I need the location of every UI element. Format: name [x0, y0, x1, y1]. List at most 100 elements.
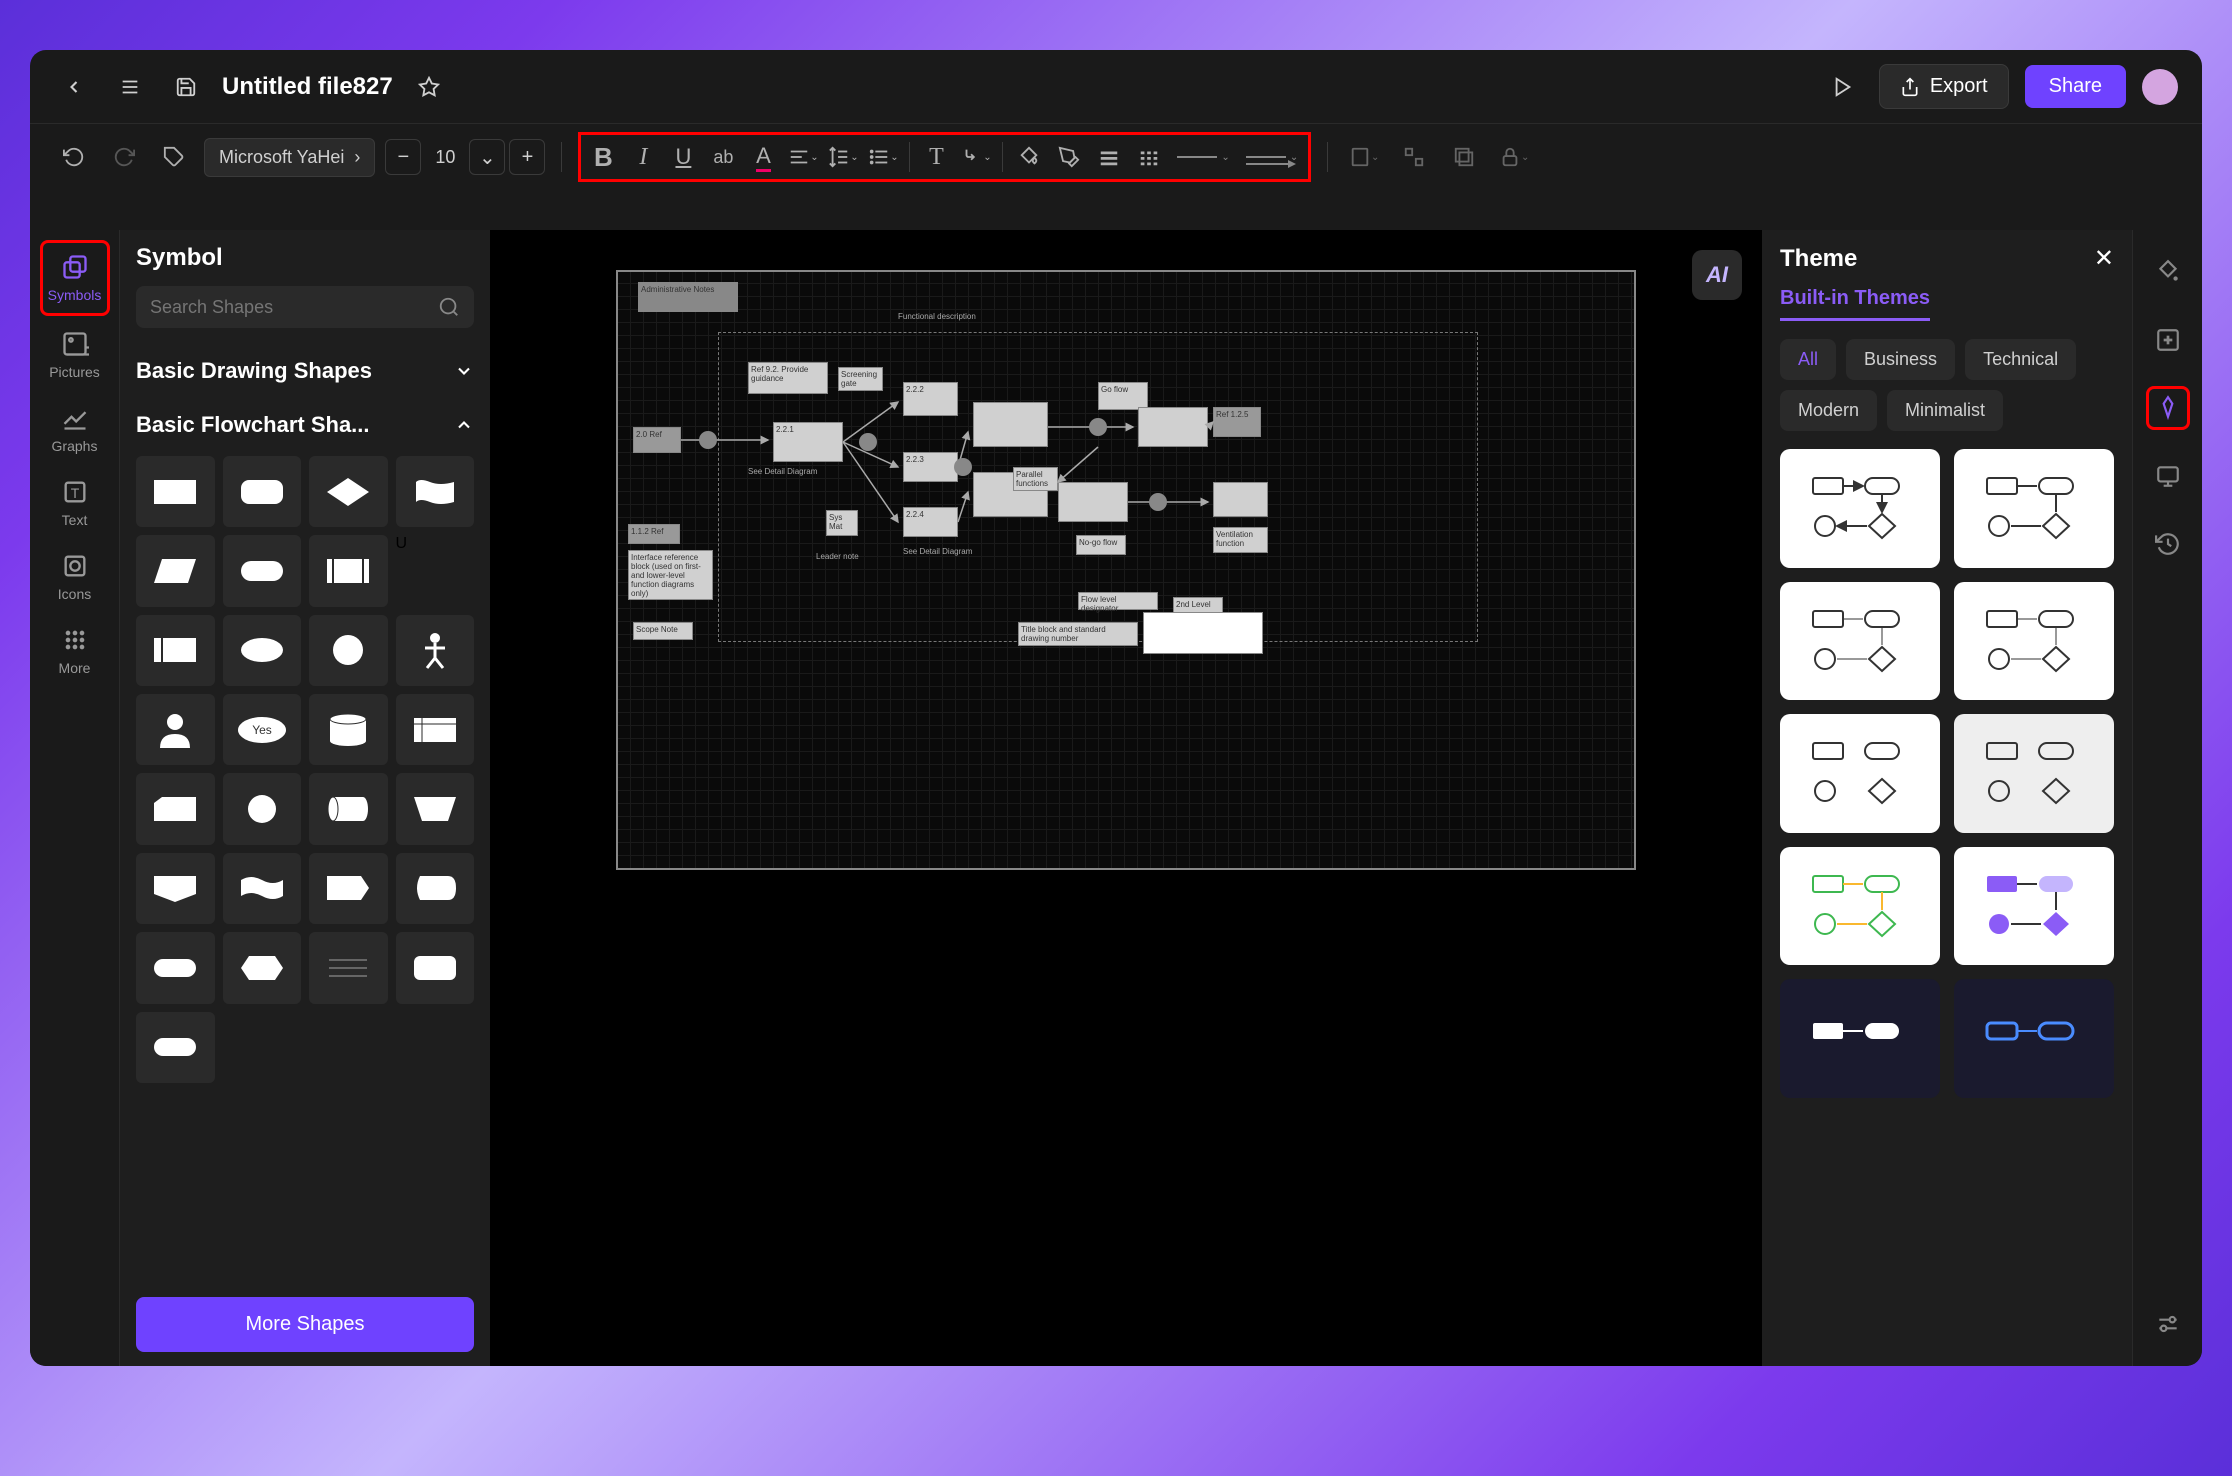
menu-button[interactable]	[110, 67, 150, 107]
shape-diamond[interactable]	[309, 456, 388, 527]
flow-nogo[interactable]: No-go flow	[1076, 535, 1126, 555]
filter-technical[interactable]: Technical	[1965, 339, 2076, 380]
font-size-dropdown[interactable]: ⌄	[469, 139, 505, 175]
category-basic-flowchart[interactable]: Basic Flowchart Sha...	[136, 398, 474, 452]
canvas-frame[interactable]: Administrative Notes Functional descript…	[616, 270, 1636, 870]
shape-predefined[interactable]	[309, 535, 388, 606]
shape-stadium[interactable]	[223, 535, 302, 606]
flow-screening[interactable]: Screening gate	[838, 367, 883, 391]
arrange-button[interactable]	[1394, 137, 1434, 177]
theme-card-3[interactable]	[1780, 582, 1940, 701]
flow-start-ref[interactable]: 2.0 Ref	[633, 427, 681, 453]
save-icon[interactable]	[166, 67, 206, 107]
flow-drawing-number[interactable]	[1143, 612, 1263, 654]
fill-button[interactable]	[1009, 137, 1049, 177]
rail-more[interactable]: More	[40, 616, 110, 686]
shape-flag[interactable]	[396, 456, 475, 527]
shape-rounded-rect[interactable]	[223, 456, 302, 527]
close-theme-button[interactable]: ✕	[2094, 244, 2114, 273]
shape-predefined-2[interactable]	[136, 615, 215, 686]
flow-interface-block[interactable]: Interface reference block (used on first…	[628, 550, 713, 600]
filter-all[interactable]: All	[1780, 339, 1836, 380]
flow-scope-note[interactable]: Scope Note	[633, 622, 693, 640]
flow-block-c[interactable]	[1138, 407, 1208, 447]
filter-modern[interactable]: Modern	[1780, 390, 1877, 431]
theme-card-5[interactable]	[1780, 714, 1940, 833]
list-button[interactable]: ⌄	[863, 137, 903, 177]
flow-go-flow[interactable]: Go flow	[1098, 382, 1148, 410]
flow-designator[interactable]: Flow level designator	[1078, 592, 1158, 610]
flow-112ref[interactable]: 1.1.2 Ref	[628, 524, 680, 544]
line-style-select[interactable]: ⌄	[1169, 152, 1237, 163]
font-family-select[interactable]: Microsoft YaHei›	[204, 138, 375, 177]
flow-2nd-level[interactable]: 2nd Level	[1173, 597, 1223, 613]
filter-business[interactable]: Business	[1846, 339, 1955, 380]
undo-button[interactable]	[54, 137, 94, 177]
flow-ref-end[interactable]: Ref 1.2.5	[1213, 407, 1261, 437]
shape-parallelogram[interactable]	[136, 535, 215, 606]
share-button[interactable]: Share	[2025, 65, 2126, 108]
arrow-style-select[interactable]: ⌄	[1238, 152, 1306, 163]
theme-card-2[interactable]	[1954, 449, 2114, 568]
flow-222[interactable]: 2.2.2	[903, 382, 958, 416]
stroke-button[interactable]	[1049, 137, 1089, 177]
more-shapes-button[interactable]: More Shapes	[136, 1297, 474, 1352]
flow-admin-notes[interactable]: Administrative Notes	[638, 282, 738, 312]
lock-button[interactable]: ⌄	[1494, 137, 1534, 177]
text-tool-button[interactable]: T	[916, 137, 956, 177]
rail-icons[interactable]: Icons	[40, 542, 110, 612]
rrail-theme-icon[interactable]	[2146, 386, 2190, 430]
flow-224[interactable]: 2.2.4	[903, 507, 958, 537]
theme-card-9[interactable]	[1780, 979, 1940, 1098]
connector-button[interactable]: ⌄	[956, 137, 996, 177]
shape-cylinder[interactable]	[309, 694, 388, 765]
canvas-area[interactable]: AI Administrative Notes Functional descr…	[490, 230, 1762, 1366]
bold-button[interactable]: B	[583, 137, 623, 177]
text-color-button[interactable]: A	[743, 137, 783, 177]
font-size-decrease[interactable]: −	[385, 139, 421, 175]
rrail-settings-icon[interactable]	[2146, 1302, 2190, 1346]
layers-button[interactable]	[1444, 137, 1484, 177]
theme-card-1[interactable]	[1780, 449, 1940, 568]
ai-badge[interactable]: AI	[1692, 250, 1742, 300]
flow-title-block[interactable]: Title block and standard drawing number	[1018, 622, 1138, 646]
theme-tab-builtin[interactable]: Built-in Themes	[1780, 287, 1930, 321]
export-button[interactable]: Export	[1879, 64, 2009, 109]
shape-cylinder-h[interactable]	[309, 773, 388, 844]
shape-offpage[interactable]	[136, 853, 215, 924]
theme-card-8[interactable]	[1954, 847, 2114, 966]
shape-lines[interactable]	[309, 932, 388, 1003]
rrail-history-icon[interactable]	[2146, 522, 2190, 566]
shape-circle-small[interactable]	[223, 773, 302, 844]
avatar[interactable]	[2142, 69, 2178, 105]
theme-card-4[interactable]	[1954, 582, 2114, 701]
back-button[interactable]	[54, 67, 94, 107]
shape-rectangle[interactable]	[136, 456, 215, 527]
flow-223[interactable]: 2.2.3	[903, 452, 958, 482]
shape-pill-2[interactable]	[136, 1012, 215, 1083]
redo-button[interactable]	[104, 137, 144, 177]
flow-block-e[interactable]	[1213, 482, 1268, 517]
rail-text[interactable]: T Text	[40, 468, 110, 538]
rrail-present-icon[interactable]	[2146, 454, 2190, 498]
rail-pictures[interactable]: Pictures	[40, 320, 110, 390]
flow-block-d[interactable]	[1058, 482, 1128, 522]
shape-rounded-2[interactable]	[396, 932, 475, 1003]
border-dashed-button[interactable]	[1129, 137, 1169, 177]
italic-button[interactable]: I	[623, 137, 663, 177]
rrail-fill-icon[interactable]	[2146, 250, 2190, 294]
line-spacing-button[interactable]: ⌄	[823, 137, 863, 177]
align-button[interactable]: ⌄	[783, 137, 823, 177]
text-case-button[interactable]: ab	[703, 137, 743, 177]
flow-ref92[interactable]: Ref 9.2. Provide guidance	[748, 362, 828, 394]
shape-wave[interactable]	[223, 853, 302, 924]
theme-card-10[interactable]	[1954, 979, 2114, 1098]
play-button[interactable]	[1823, 67, 1863, 107]
shape-manual-op[interactable]	[396, 773, 475, 844]
shape-display[interactable]	[396, 853, 475, 924]
shape-ellipse[interactable]	[223, 615, 302, 686]
favorite-icon[interactable]	[409, 67, 449, 107]
shape-yes[interactable]: Yes	[223, 694, 302, 765]
font-size-increase[interactable]: +	[509, 139, 545, 175]
rail-graphs[interactable]: Graphs	[40, 394, 110, 464]
